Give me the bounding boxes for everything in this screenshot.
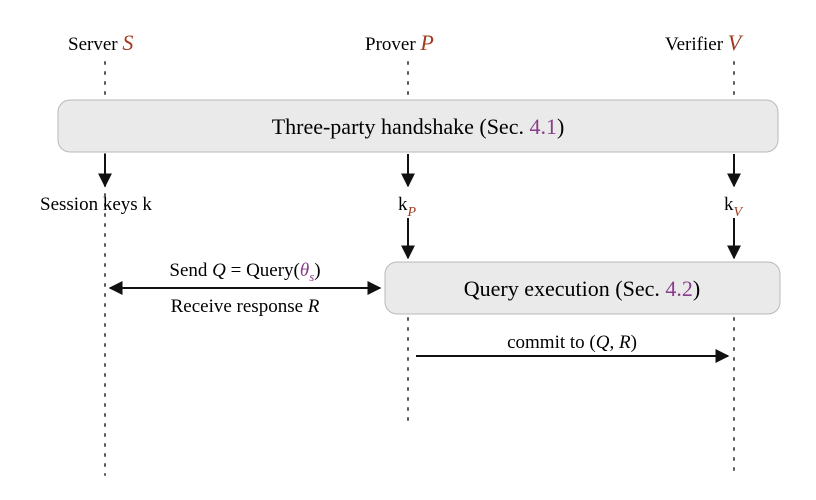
server-label: Server S — [68, 30, 133, 55]
protocol-diagram-svg: Server S Prover P Verifier V Three-party… — [0, 0, 816, 500]
commit-label: commit to (Q, R) kV verify R using kP an… — [507, 332, 637, 353]
query-exec-box: Query execution (Sec. 4.2) — [385, 262, 780, 314]
verifier-label: Verifier V — [665, 30, 744, 55]
handshake-title: Three-party handshake (Sec. 4.1) — [272, 114, 565, 139]
session-key-labels: Session keys k kP kV — [40, 194, 744, 220]
k-P: kP — [398, 194, 417, 220]
session-keys-k: Session keys k — [40, 194, 152, 215]
k-V: kV — [724, 194, 744, 220]
query-exec-title: Query execution (Sec. 4.2) — [464, 276, 700, 301]
send-query-label: Send Q = Query(θs) — [169, 260, 320, 284]
participant-labels: Server S Prover P Verifier V — [68, 30, 744, 55]
key-down-arrows — [408, 218, 734, 258]
handshake-box: Three-party handshake (Sec. 4.1) — [58, 100, 778, 152]
receive-response-label: Receive response R — [171, 296, 320, 317]
prover-label: Prover P — [365, 30, 434, 55]
handshake-out-arrows — [105, 154, 734, 186]
diagram-container: Server S Prover P Verifier V Three-party… — [0, 0, 816, 500]
